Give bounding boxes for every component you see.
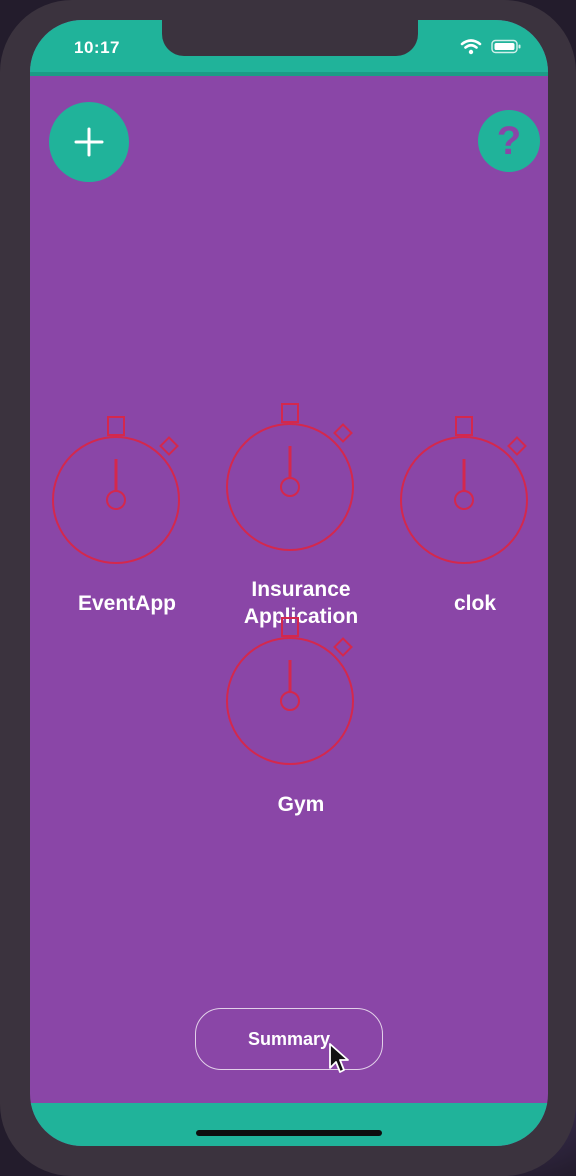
status-icons	[460, 38, 524, 56]
stopwatch-icon	[226, 617, 354, 765]
stopwatch-icon	[400, 416, 528, 564]
stopwatch-icon	[52, 416, 180, 564]
summary-button[interactable]: Summary	[195, 1008, 383, 1070]
phone-frame: 10:17 ? EventApp Insurance Application c…	[0, 0, 576, 1176]
bottom-bar	[30, 1103, 548, 1146]
mouse-cursor-icon	[329, 1043, 349, 1073]
timer-label: clok	[453, 592, 497, 615]
status-time: 10:17	[74, 38, 120, 57]
timer-label: Gym	[277, 793, 325, 816]
question-icon: ?	[496, 119, 522, 163]
notch	[162, 20, 418, 56]
app-screen: 10:17 ? EventApp Insurance Application c…	[30, 20, 548, 1146]
help-button[interactable]: ?	[478, 110, 540, 172]
stopwatch-icon	[226, 403, 354, 551]
home-indicator[interactable]	[196, 1130, 382, 1136]
add-timer-button[interactable]	[49, 102, 129, 182]
timer-label: EventApp	[77, 592, 176, 615]
wifi-icon	[460, 39, 521, 55]
plus-icon	[74, 127, 104, 157]
top-bar-shadow	[30, 72, 548, 76]
battery-icon	[491, 39, 521, 54]
